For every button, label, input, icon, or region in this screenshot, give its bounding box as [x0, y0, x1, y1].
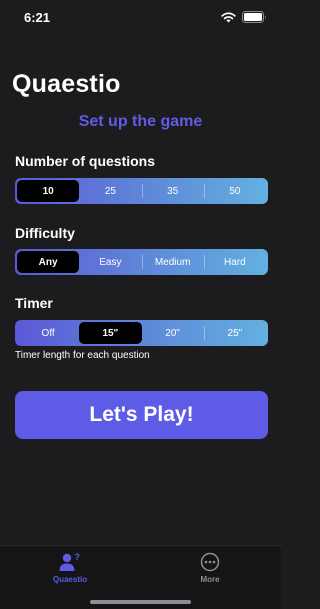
questions-option-35[interactable]: 35	[141, 180, 204, 202]
tab-quaestio-label: Quaestio	[52, 575, 88, 584]
timer-option-20[interactable]: 20"	[142, 322, 204, 344]
tab-quaestio[interactable]: ? Quaestio	[30, 552, 110, 584]
questions-segmented-control: 10 25 35 50	[15, 178, 268, 204]
questions-option-50[interactable]: 50	[203, 180, 266, 202]
difficulty-label: Difficulty	[15, 225, 75, 241]
timer-option-15[interactable]: 15"	[79, 322, 142, 344]
difficulty-option-hard[interactable]: Hard	[203, 251, 266, 273]
difficulty-option-any[interactable]: Any	[17, 251, 80, 273]
difficulty-option-medium[interactable]: Medium	[141, 251, 204, 273]
wifi-icon	[221, 11, 236, 22]
lets-play-button[interactable]: Let's Play!	[15, 391, 268, 439]
timer-option-off[interactable]: Off	[17, 322, 79, 344]
setup-subtitle: Set up the game	[78, 113, 203, 130]
timer-label: Timer	[15, 295, 53, 311]
person-question-icon: ?	[59, 552, 81, 571]
ellipsis-circle-icon	[200, 552, 220, 572]
tab-more-label: More	[200, 575, 220, 584]
app-title: Quaestio	[12, 70, 121, 98]
difficulty-segmented-control: Any Easy Medium Hard	[15, 249, 268, 275]
status-bar: 6:21	[0, 0, 281, 34]
svg-text:?: ?	[75, 552, 81, 562]
timer-segmented-control: Off 15" 20" 25"	[15, 320, 268, 346]
battery-icon	[242, 11, 266, 23]
status-time: 6:21	[24, 10, 51, 25]
status-icons	[221, 11, 267, 23]
timer-option-25[interactable]: 25"	[203, 322, 266, 344]
questions-option-10[interactable]: 10	[17, 180, 80, 202]
difficulty-option-easy[interactable]: Easy	[79, 251, 141, 273]
tab-bar: ? Quaestio More	[0, 545, 281, 609]
questions-option-25[interactable]: 25	[79, 180, 141, 202]
timer-helper-text: Timer length for each question	[15, 350, 150, 361]
tab-more[interactable]: More	[170, 552, 250, 584]
home-indicator	[90, 600, 191, 604]
questions-label: Number of questions	[15, 153, 156, 169]
